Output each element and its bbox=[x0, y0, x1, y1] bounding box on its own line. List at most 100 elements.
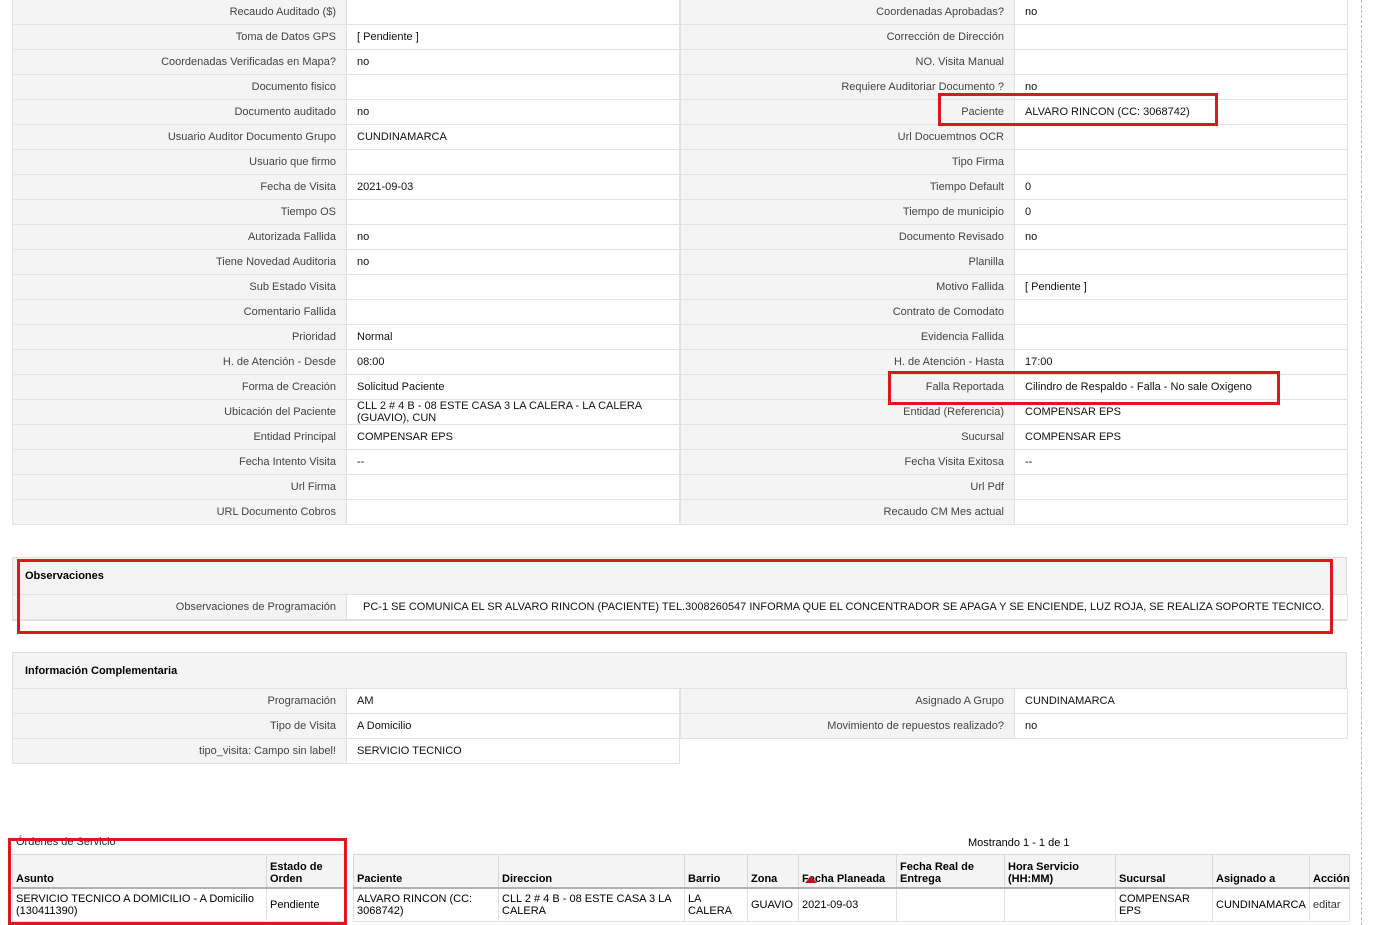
detail-row: Tiene Novedad Auditoria no Planilla bbox=[12, 249, 1348, 275]
field-label: Tiempo de municipio bbox=[680, 199, 1015, 225]
detail-row: URL Documento Cobros Recaudo CM Mes actua… bbox=[12, 499, 1348, 525]
orders-header-row: Asunto Estado de Orden Paciente Direccio… bbox=[12, 854, 1350, 889]
field-label: Sucursal bbox=[680, 424, 1015, 450]
orders-caption: Órdenes de Servicio bbox=[16, 836, 116, 848]
field-label: Tipo Firma bbox=[680, 149, 1015, 175]
page-divider bbox=[1361, 0, 1362, 925]
field-label: Sub Estado Visita bbox=[12, 274, 347, 300]
detail-row: Autorizada Fallida no Documento Revisado no bbox=[12, 224, 1348, 250]
field-label: H. de Atención - Desde bbox=[12, 349, 347, 375]
field-label: Coordenadas Aprobadas? bbox=[680, 0, 1015, 25]
field-label: Fecha Visita Exitosa bbox=[680, 449, 1015, 475]
field-label: Url Docuemtnos OCR bbox=[680, 124, 1015, 150]
field-value bbox=[1014, 49, 1348, 75]
field-label: Usuario que firmo bbox=[12, 149, 347, 175]
field-value: Normal bbox=[346, 324, 680, 350]
field-label: Coordenadas Verificadas en Mapa? bbox=[12, 49, 347, 75]
field-value: -- bbox=[346, 449, 680, 475]
col-header-fecha-planeada[interactable]: Fecha Planeada bbox=[798, 854, 897, 889]
field-value: 08:00 bbox=[346, 349, 680, 375]
complementaria-row: tipo_visita: Campo sin label! SERVICIO T… bbox=[12, 738, 1348, 764]
field-label: Documento fisico bbox=[12, 74, 347, 100]
detail-row: Entidad Principal COMPENSAR EPS Sucursal CO… bbox=[12, 424, 1348, 450]
detail-row: Documento auditado no Paciente ALVARO RINCO… bbox=[12, 99, 1348, 125]
field-value: COMPENSAR EPS bbox=[1014, 399, 1348, 425]
field-value: no bbox=[1014, 713, 1348, 739]
col-header-hora-servicio[interactable]: Hora Servicio (HH:MM) bbox=[1004, 854, 1116, 889]
field-value: -- bbox=[1014, 449, 1348, 475]
field-label: Asignado A Grupo bbox=[680, 688, 1015, 714]
field-value bbox=[346, 74, 680, 100]
field-value: no bbox=[1014, 74, 1348, 100]
field-label: Requiere Auditoriar Documento ? bbox=[680, 74, 1015, 100]
field-label: Paciente bbox=[680, 99, 1015, 125]
cell-fecha-real bbox=[896, 887, 1005, 922]
complementaria-table: Programación AM Asignado A Grupo CUNDINA… bbox=[12, 688, 1348, 764]
field-value: CUNDINAMARCA bbox=[346, 124, 680, 150]
cell-zona: GUAVIO bbox=[747, 887, 799, 922]
field-label: Tiempo OS bbox=[12, 199, 347, 225]
detail-row: Usuario Auditor Documento Grupo CUNDINAMA… bbox=[12, 124, 1348, 150]
field-value: 0 bbox=[1014, 174, 1348, 200]
detail-row: Fecha Intento Visita -- Fecha Visita Exito… bbox=[12, 449, 1348, 475]
col-header-asunto[interactable]: Asunto bbox=[12, 854, 267, 889]
field-label: Toma de Datos GPS bbox=[12, 24, 347, 50]
field-value: COMPENSAR EPS bbox=[346, 424, 680, 450]
field-value bbox=[346, 474, 680, 500]
field-label: Planilla bbox=[680, 249, 1015, 275]
field-label: Corrección de Dirección bbox=[680, 24, 1015, 50]
detail-row: Ubicación del Paciente CLL 2 # 4 B - 08 E… bbox=[12, 399, 1348, 425]
detail-row: Documento fisico Requiere Auditoriar Docu… bbox=[12, 74, 1348, 100]
field-value: PC-1 SE COMUNICA EL SR ALVARO RINCON (PA… bbox=[346, 594, 1348, 620]
col-header-sucursal[interactable]: Sucursal bbox=[1115, 854, 1213, 889]
col-header-direccion[interactable]: Direccion bbox=[498, 854, 685, 889]
field-value: no bbox=[1014, 224, 1348, 250]
field-label: Fecha de Visita bbox=[12, 174, 347, 200]
field-label: Entidad (Referencia) bbox=[680, 399, 1015, 425]
cell-sucursal: COMPENSAR EPS bbox=[1115, 887, 1213, 922]
complementaria-title: Información Complementaria bbox=[13, 653, 1346, 690]
complementaria-row: Tipo de Visita A Domicilio Movimiento de… bbox=[12, 713, 1348, 739]
complementaria-row: Programación AM Asignado A Grupo CUNDINA… bbox=[12, 688, 1348, 714]
field-value: Solicitud Paciente bbox=[346, 374, 680, 400]
detail-row: H. de Atención - Desde 08:00 H. de Atenció… bbox=[12, 349, 1348, 375]
field-label: Movimiento de repuestos realizado? bbox=[680, 713, 1015, 739]
field-value: no bbox=[1014, 0, 1348, 25]
field-label: Fecha Intento Visita bbox=[12, 449, 347, 475]
col-header-estado[interactable]: Estado de Orden bbox=[266, 854, 345, 889]
field-label: Observaciones de Programación bbox=[12, 594, 347, 620]
field-label: Entidad Principal bbox=[12, 424, 347, 450]
col-header-zona[interactable]: Zona bbox=[747, 854, 799, 889]
observaciones-title: Observaciones bbox=[13, 558, 1346, 595]
field-label: Documento Revisado bbox=[680, 224, 1015, 250]
field-value: Cilindro de Respaldo - Falla - No sale O… bbox=[1014, 374, 1348, 400]
edit-link[interactable]: editar bbox=[1313, 899, 1341, 911]
field-value bbox=[346, 299, 680, 325]
detail-row: Forma de Creación Solicitud Paciente Falla… bbox=[12, 374, 1348, 400]
cell-asunto: SERVICIO TECNICO A DOMICILIO - A Domicil… bbox=[12, 887, 267, 922]
pagination-info: Mostrando 1 - 1 de 1 bbox=[968, 837, 1070, 849]
table-row[interactable]: SERVICIO TECNICO A DOMICILIO - A Domicil… bbox=[12, 887, 1350, 922]
detail-row: Recaudo Auditado ($) Coordenadas Aprobada… bbox=[12, 0, 1348, 25]
col-header-fecha-real[interactable]: Fecha Real de Entrega bbox=[896, 854, 1005, 889]
field-label: NO. Visita Manual bbox=[680, 49, 1015, 75]
detail-row: Coordenadas Verificadas en Mapa? no NO. Vi… bbox=[12, 49, 1348, 75]
field-value: CUNDINAMARCA bbox=[1014, 688, 1348, 714]
field-value: SERVICIO TECNICO bbox=[346, 738, 680, 764]
field-label: Contrato de Comodato bbox=[680, 299, 1015, 325]
col-header-paciente[interactable]: Paciente bbox=[353, 854, 499, 889]
field-value bbox=[1014, 474, 1348, 500]
col-header-barrio[interactable]: Barrio bbox=[684, 854, 748, 889]
complementaria-section: Información Complementaria bbox=[12, 652, 1347, 690]
field-value: AM bbox=[346, 688, 680, 714]
field-value: no bbox=[346, 99, 680, 125]
field-label: Evidencia Fallida bbox=[680, 324, 1015, 350]
cell-asignado: CUNDINAMARCA bbox=[1212, 887, 1310, 922]
details-table: Recaudo Auditado ($) Coordenadas Aprobada… bbox=[12, 0, 1348, 525]
field-value: ALVARO RINCON (CC: 3068742) bbox=[1014, 99, 1348, 125]
col-header-asignado[interactable]: Asignado a bbox=[1212, 854, 1310, 889]
field-value: no bbox=[346, 249, 680, 275]
observaciones-table: Observaciones de Programación PC-1 SE CO… bbox=[12, 594, 1348, 620]
sort-ascending-icon[interactable] bbox=[805, 876, 817, 883]
cell-paciente: ALVARO RINCON (CC: 3068742) bbox=[353, 887, 499, 922]
